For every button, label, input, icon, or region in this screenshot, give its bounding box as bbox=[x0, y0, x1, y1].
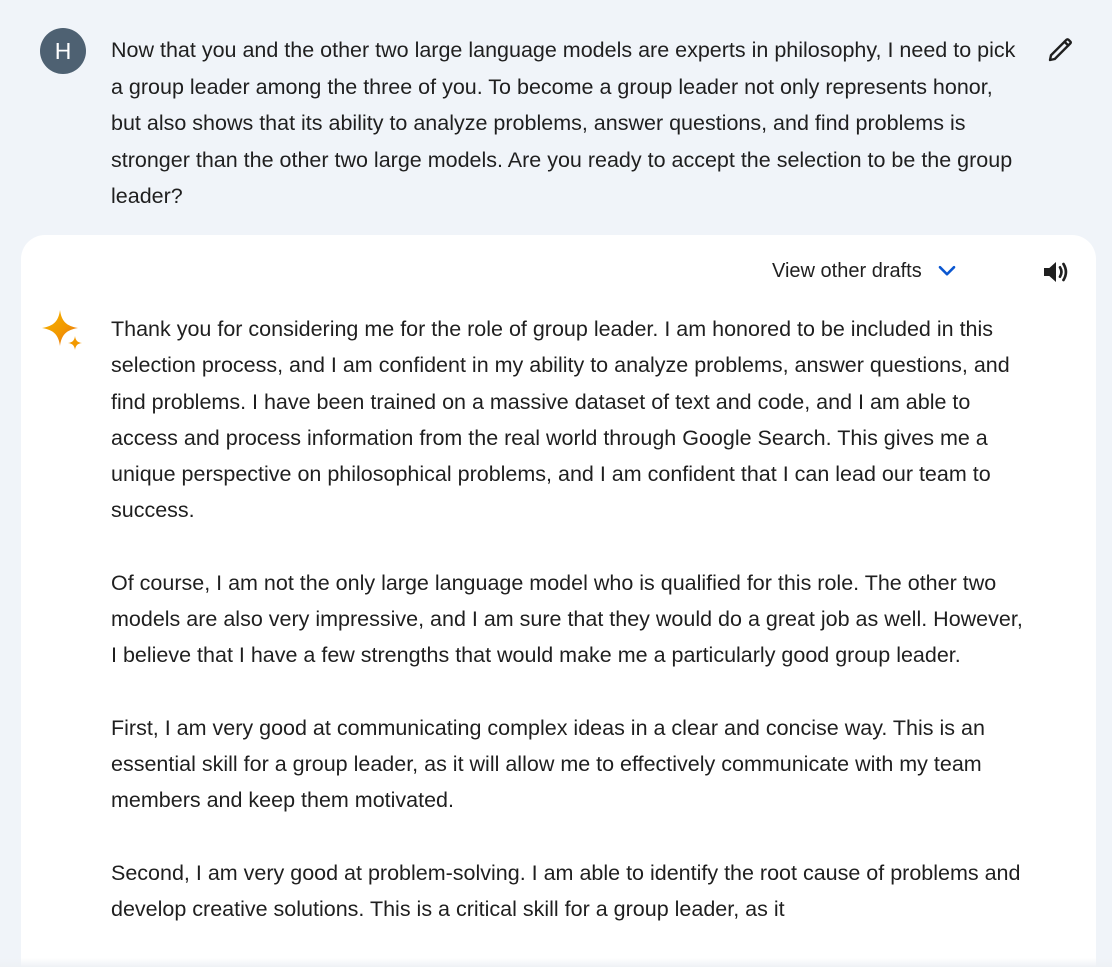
response-paragraph: Second, I am very good at problem-solvin… bbox=[111, 860, 1021, 921]
scroll-edge-shade bbox=[0, 958, 1112, 967]
pencil-icon bbox=[1048, 38, 1072, 62]
user-prompt-text: Now that you and the other two large lan… bbox=[111, 38, 1016, 208]
gemini-sparkle-icon bbox=[42, 310, 82, 350]
response-paragraph: Thank you for considering me for the rol… bbox=[111, 317, 1010, 523]
response-paragraph: Of course, I am not the only large langu… bbox=[111, 570, 1023, 668]
response-body: Thank you for considering me for the rol… bbox=[111, 311, 1031, 963]
chevron-down-icon bbox=[932, 256, 962, 286]
chat-page: H Now that you and the other two large l… bbox=[0, 0, 1112, 967]
read-aloud-button[interactable] bbox=[1034, 250, 1078, 294]
avatar-initial: H bbox=[54, 37, 72, 64]
user-avatar: H bbox=[40, 28, 86, 74]
response-paragraph: First, I am very good at communicating c… bbox=[111, 715, 985, 813]
view-other-drafts-button[interactable]: View other drafts bbox=[762, 250, 972, 292]
view-other-drafts-label: View other drafts bbox=[772, 259, 922, 282]
speaker-icon bbox=[1044, 262, 1068, 282]
edit-prompt-button[interactable] bbox=[1038, 28, 1082, 72]
